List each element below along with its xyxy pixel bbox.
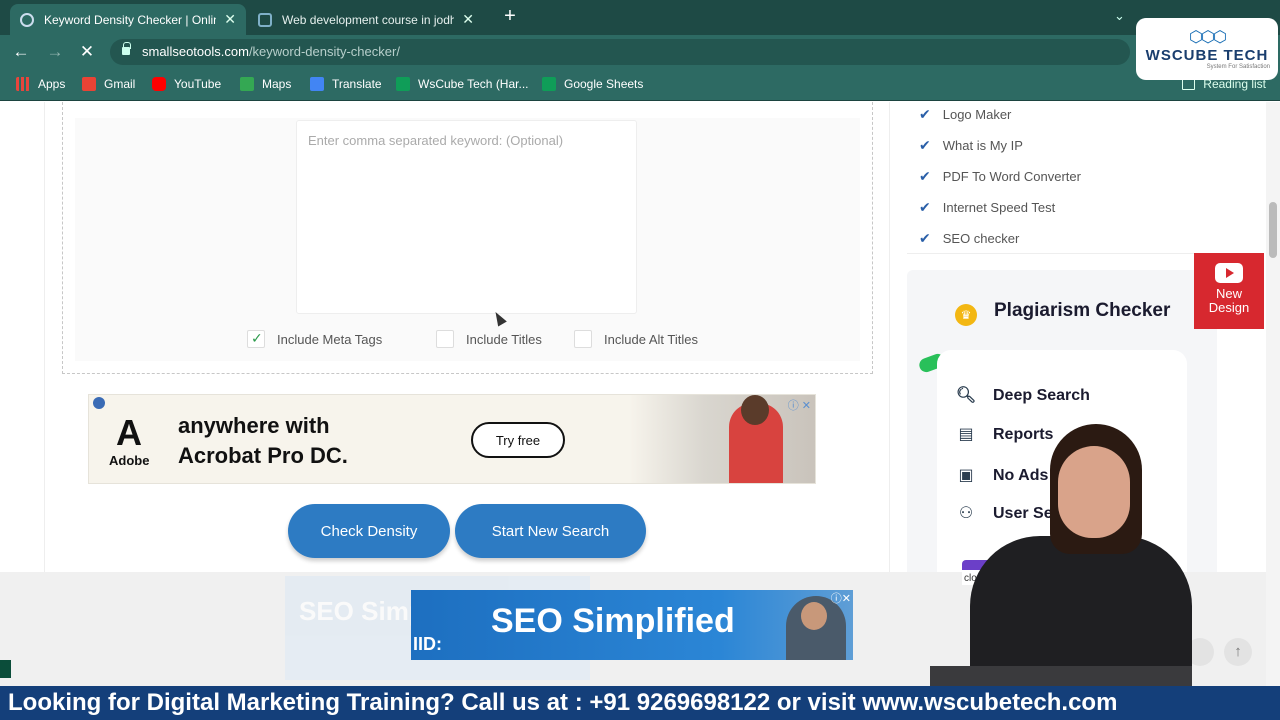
tab-web-development[interactable]: Web development course in jodhp ✕ — [248, 4, 484, 35]
stop-loading-icon[interactable]: ✕ — [76, 41, 98, 63]
checkbox-checked-icon[interactable] — [247, 330, 265, 348]
tab-keyword-density[interactable]: Keyword Density Checker | Online ✕ — [10, 4, 246, 35]
wscube-tagline: System For Satisfaction — [1206, 63, 1270, 70]
gmail-icon — [82, 77, 96, 91]
plagiarism-title: Plagiarism Checker — [994, 300, 1171, 321]
bookmark-google-sheets[interactable]: Google Sheets — [542, 77, 643, 91]
sidebar-item-pdf-to-word[interactable]: ✔ PDF To Word Converter — [919, 168, 1081, 185]
tab-close-icon[interactable]: ✕ — [462, 11, 474, 28]
scroll-to-top-icon[interactable]: ↑ — [1224, 638, 1252, 666]
sidebar-item-what-is-my-ip[interactable]: ✔ What is My IP — [919, 137, 1023, 154]
option-label: Include Alt Titles — [604, 331, 698, 347]
site-favicon-icon — [258, 12, 272, 27]
search-icon: 🔍︎ — [955, 387, 977, 404]
ad-close-icon[interactable]: ⓘ✕ — [831, 590, 851, 606]
youtube-icon — [152, 77, 166, 91]
adobe-ad[interactable]: A Adobe anywhere with Acrobat Pro DC. Tr… — [88, 394, 816, 484]
hexagon-logo-icon: ⬡⬡⬡ — [1189, 28, 1227, 46]
seo-simplified-ad[interactable]: IID: SEO Simplified ⓘ✕ — [411, 590, 853, 660]
option-meta-tags[interactable]: Include Meta Tags — [247, 330, 382, 348]
youtube-play-icon — [1215, 263, 1243, 283]
sheets-icon — [542, 77, 556, 91]
bookmark-apps[interactable]: Apps — [16, 77, 65, 91]
feature-deep-search: 🔍︎ Deep Search — [955, 385, 1090, 407]
adobe-a-icon: A — [116, 412, 142, 453]
lock-icon — [122, 42, 131, 55]
wscube-logo: ⬡⬡⬡ WSCUBE TECH System For Satisfaction — [1136, 18, 1278, 80]
check-icon: ✔ — [919, 106, 931, 122]
option-label: Include Titles — [466, 331, 542, 347]
check-icon: ✔ — [919, 168, 931, 184]
maps-icon — [240, 77, 254, 91]
bookmarks-bar: Apps Gmail YouTube Maps Translate WsCube… — [0, 69, 1280, 101]
presenter-video — [930, 424, 1192, 686]
new-design-badge[interactable]: New Design — [1194, 253, 1264, 329]
sheets-icon — [396, 77, 410, 91]
tab-close-icon[interactable]: ✕ — [224, 11, 236, 28]
check-icon: ✔ — [919, 199, 931, 215]
ad-close-icon[interactable]: ⓘ ✕ — [788, 397, 811, 413]
sidebar-item-logo-maker[interactable]: ✔ Logo Maker — [919, 106, 1011, 123]
ad-person-head — [741, 395, 769, 425]
sidebar-item-internet-speed-test[interactable]: ✔ Internet Speed Test — [919, 199, 1055, 216]
forward-icon[interactable]: → — [44, 41, 66, 63]
check-density-button[interactable]: Check Density — [288, 504, 450, 558]
check-icon: ✔ — [919, 230, 931, 246]
new-tab-icon[interactable]: + — [500, 6, 520, 28]
presenter-desk — [930, 666, 1192, 686]
apps-grid-icon — [16, 77, 30, 91]
scrollbar-thumb[interactable] — [1269, 202, 1277, 258]
start-new-search-button[interactable]: Start New Search — [455, 504, 646, 558]
bookmark-translate[interactable]: Translate — [310, 77, 382, 91]
tab-title: Keyword Density Checker | Online — [44, 12, 217, 27]
side-tab[interactable] — [0, 660, 11, 678]
ad-choices-icon[interactable] — [93, 397, 105, 409]
option-alt-titles[interactable]: Include Alt Titles — [574, 330, 698, 348]
adobe-logo: A Adobe — [109, 412, 150, 469]
tab-search-icon[interactable]: ⌄ — [1114, 8, 1125, 24]
page-scrollbar[interactable] — [1266, 102, 1280, 686]
check-icon: ✔ — [919, 137, 931, 153]
checkbox-icon[interactable] — [436, 330, 454, 348]
option-label: Include Meta Tags — [277, 331, 383, 347]
checkbox-icon[interactable] — [574, 330, 592, 348]
screen: Keyword Density Checker | Online ✕ Web d… — [0, 0, 1280, 720]
url-field[interactable]: smallseotools.com/keyword-density-checke… — [110, 39, 1130, 65]
crown-icon: ♛ — [955, 304, 977, 326]
browser-tab-bar: Keyword Density Checker | Online ✕ Web d… — [0, 0, 1280, 35]
sidebar-tools: ✔ Logo Maker ✔ What is My IP ✔ PDF To Word … — [907, 102, 1217, 254]
ad-person-head — [801, 602, 827, 630]
try-free-button[interactable]: Try free — [471, 422, 565, 458]
bookmark-wscube[interactable]: WsCube Tech (Har... — [396, 77, 528, 91]
address-bar: ← → ✕ smallseotools.com/keyword-density-… — [0, 35, 1280, 69]
translate-icon — [310, 77, 324, 91]
ad-headline: anywhere with Acrobat Pro DC. — [178, 413, 348, 468]
tab-title: Web development course in jodhp — [282, 12, 455, 27]
url-text: smallseotools.com/keyword-density-checke… — [142, 44, 400, 59]
ad-title: SEO Simplified — [491, 602, 735, 640]
site-favicon-icon — [20, 12, 34, 27]
bookmark-maps[interactable]: Maps — [240, 77, 291, 91]
presenter-face — [1058, 446, 1130, 538]
wscube-brand: WSCUBE TECH — [1145, 46, 1269, 64]
sidebar-item-seo-checker[interactable]: ✔ SEO checker — [919, 230, 1019, 247]
back-icon[interactable]: ← — [10, 41, 32, 63]
bookmark-gmail[interactable]: Gmail — [82, 77, 135, 91]
presenter-body — [970, 536, 1192, 686]
keyword-input[interactable] — [296, 120, 637, 314]
ad-logo: IID: — [413, 634, 442, 654]
promo-banner: Looking for Digital Marketing Training? … — [0, 686, 1280, 720]
option-titles[interactable]: Include Titles — [436, 330, 542, 348]
bookmark-youtube[interactable]: YouTube — [152, 77, 221, 91]
